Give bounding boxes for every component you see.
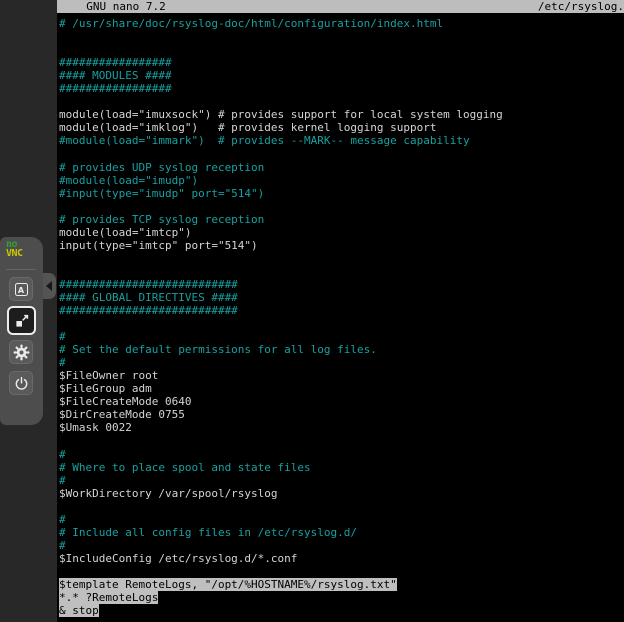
terminal-line: # Where to place spool and state files (59, 461, 624, 474)
terminal-line (59, 43, 624, 56)
terminal-line: # Set the default permissions for all lo… (59, 343, 624, 356)
terminal-line: # (59, 356, 624, 369)
terminal-line: # (59, 448, 624, 461)
terminal-line: input(type="imtcp" port="514") (59, 239, 624, 252)
terminal-line: # /usr/share/doc/rsyslog-doc/html/config… (59, 17, 624, 30)
novnc-logo: no VNC (6, 240, 23, 258)
terminal-line: $IncludeConfig /etc/rsyslog.d/*.conf (59, 552, 624, 565)
nano-titlebar: GNU nano 7.2 /etc/rsyslog. (57, 0, 624, 13)
terminal-line (59, 565, 624, 578)
terminal-line: # provides TCP syslog reception (59, 213, 624, 226)
terminal-line: # provides UDP syslog reception (59, 161, 624, 174)
power-icon (14, 376, 29, 391)
terminal-line: $FileCreateMode 0640 (59, 395, 624, 408)
terminal-line: module(load="imuxsock") # provides suppo… (59, 108, 624, 121)
terminal-line: # (59, 474, 624, 487)
terminal-line (59, 95, 624, 108)
nano-filename-label: /etc/rsyslog. (538, 0, 624, 13)
terminal-line (59, 265, 624, 278)
nano-version-label: GNU nano 7.2 (57, 0, 166, 13)
terminal-line (59, 30, 624, 43)
terminal-line: $Umask 0022 (59, 421, 624, 434)
terminal-line: $FileGroup adm (59, 382, 624, 395)
keyboard-icon: A (15, 283, 28, 296)
terminal-lines[interactable]: # /usr/share/doc/rsyslog-doc/html/config… (57, 13, 624, 617)
panel-collapse-handle[interactable] (43, 273, 56, 299)
collapse-left-icon (46, 281, 52, 291)
terminal-line: #input(type="imudp" port="514") (59, 187, 624, 200)
terminal-line: $template RemoteLogs, "/opt/%HOSTNAME%/r… (59, 578, 624, 591)
terminal-line: # (59, 330, 624, 343)
terminal-line (59, 252, 624, 265)
terminal-line (59, 147, 624, 160)
disconnect-button[interactable] (9, 371, 33, 395)
terminal-line: & stop (59, 604, 624, 617)
terminal-line: # Include all config files in /etc/rsysl… (59, 526, 624, 539)
terminal-line (59, 200, 624, 213)
novnc-logo-bottom: VNC (6, 249, 23, 258)
terminal-line: $DirCreateMode 0755 (59, 408, 624, 421)
terminal-line: #### GLOBAL DIRECTIVES #### (59, 291, 624, 304)
terminal-line: *.* ?RemoteLogs (59, 591, 624, 604)
terminal-line: ################# (59, 56, 624, 69)
fullscreen-icon (15, 314, 29, 328)
terminal-line: #### MODULES #### (59, 69, 624, 82)
terminal-line: # (59, 513, 624, 526)
terminal-line (59, 500, 624, 513)
vnc-terminal-screen[interactable]: GNU nano 7.2 /etc/rsyslog. # /usr/share/… (57, 0, 624, 622)
terminal-line: $FileOwner root (59, 369, 624, 382)
terminal-line: module(load="imtcp") (59, 226, 624, 239)
terminal-line: ################# (59, 82, 624, 95)
terminal-line: module(load="imklog") # provides kernel … (59, 121, 624, 134)
terminal-line (59, 435, 624, 448)
terminal-line: ########################### (59, 304, 624, 317)
terminal-line: ########################### (59, 278, 624, 291)
terminal-line: #module(load="immark") # provides --MARK… (59, 134, 624, 147)
terminal-line: $WorkDirectory /var/spool/rsyslog (59, 487, 624, 500)
panel-divider (6, 269, 36, 270)
fullscreen-button[interactable] (7, 306, 36, 335)
terminal-line: # (59, 539, 624, 552)
gear-icon (13, 344, 30, 361)
novnc-control-panel: no VNC A (0, 237, 43, 425)
terminal-line (59, 317, 624, 330)
keyboard-button[interactable]: A (9, 277, 33, 301)
terminal-line: #module(load="imudp") (59, 174, 624, 187)
settings-button[interactable] (9, 340, 33, 364)
